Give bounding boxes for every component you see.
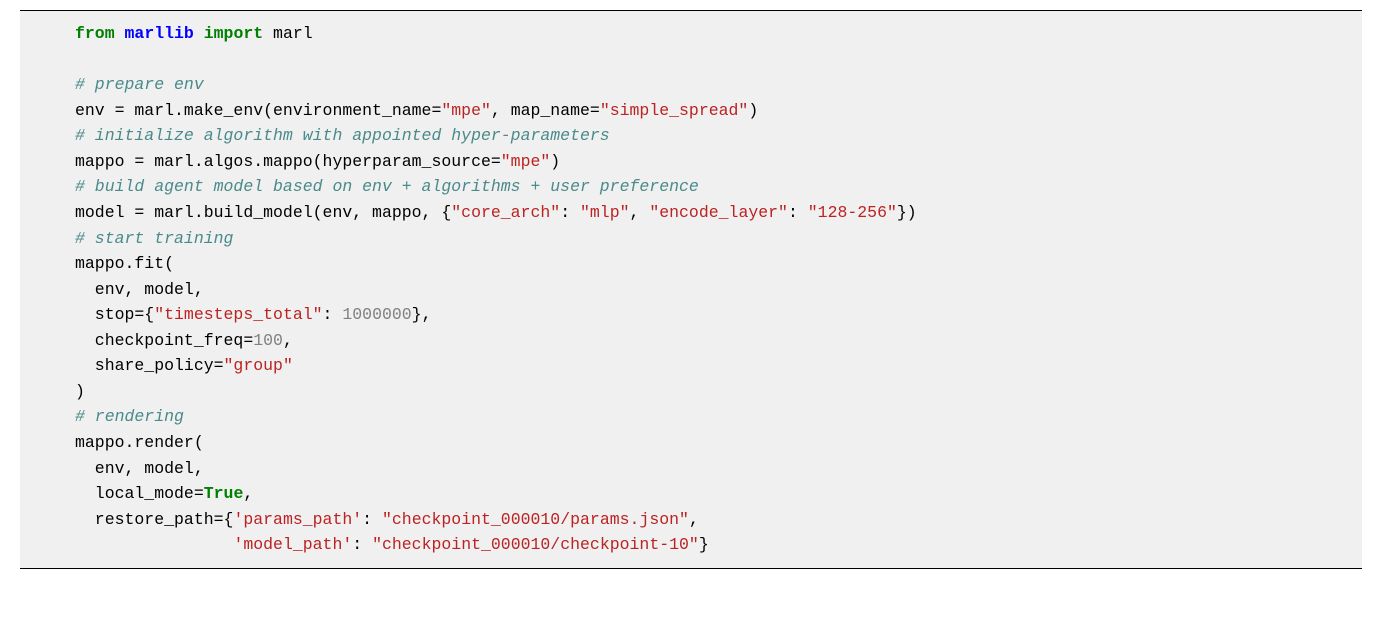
- code-token: :: [788, 203, 808, 222]
- code-token: checkpoint_freq=: [75, 331, 253, 350]
- code-token: from: [75, 24, 115, 43]
- code-token: model = marl.build_model(env, mappo, {: [75, 203, 451, 222]
- code-token: ): [75, 382, 85, 401]
- code-token: "checkpoint_000010/params.json": [382, 510, 689, 529]
- code-token: 1000000: [342, 305, 411, 324]
- code-token: import: [204, 24, 263, 43]
- code-token: "core_arch": [451, 203, 560, 222]
- code-token: ): [748, 101, 758, 120]
- code-token: [194, 24, 204, 43]
- code-token: # build agent model based on env + algor…: [75, 177, 699, 196]
- code-token: ,: [689, 510, 699, 529]
- code-token: :: [560, 203, 580, 222]
- code-token: 'model_path': [233, 535, 352, 554]
- code-token: "mlp": [580, 203, 630, 222]
- code-token: :: [362, 510, 382, 529]
- code-token: # prepare env: [75, 75, 204, 94]
- code-token: mappo.fit(: [75, 254, 174, 273]
- code-token: restore_path={: [75, 510, 233, 529]
- code-token: marllib: [125, 24, 194, 43]
- code-token: mappo.render(: [75, 433, 204, 452]
- code-token: env, model,: [75, 459, 204, 478]
- code-token: ): [550, 152, 560, 171]
- code-token: share_policy=: [75, 356, 224, 375]
- code-token: env = marl.make_env(environment_name=: [75, 101, 441, 120]
- code-token: "encode_layer": [649, 203, 788, 222]
- code-token: mappo = marl.algos.mappo(hyperparam_sour…: [75, 152, 501, 171]
- code-token: "group": [224, 356, 293, 375]
- code-token: True: [204, 484, 244, 503]
- code-token: [115, 24, 125, 43]
- code-token: ,: [243, 484, 253, 503]
- code-token: },: [412, 305, 432, 324]
- code-token: :: [323, 305, 343, 324]
- code-token: }): [897, 203, 917, 222]
- code-token: , map_name=: [491, 101, 600, 120]
- code-token: marl: [263, 24, 313, 43]
- code-token: 'params_path': [233, 510, 362, 529]
- code-token: }: [699, 535, 709, 554]
- code-token: # start training: [75, 229, 233, 248]
- code-token: "mpe": [441, 101, 491, 120]
- code-token: env, model,: [75, 280, 204, 299]
- code-token: "checkpoint_000010/checkpoint-10": [372, 535, 699, 554]
- code-token: "128-256": [808, 203, 897, 222]
- code-token: stop={: [75, 305, 154, 324]
- code-token: 100: [253, 331, 283, 350]
- code-token: [75, 535, 233, 554]
- code-token: # initialize algorithm with appointed hy…: [75, 126, 610, 145]
- code-token: ,: [283, 331, 293, 350]
- code-token: "timesteps_total": [154, 305, 322, 324]
- code-token: "simple_spread": [600, 101, 749, 120]
- code-block: from marllib import marl # prepare env e…: [20, 10, 1362, 569]
- code-token: # rendering: [75, 407, 184, 426]
- code-token: ,: [630, 203, 650, 222]
- code-token: :: [352, 535, 372, 554]
- code-token: "mpe": [501, 152, 551, 171]
- code-token: local_mode=: [75, 484, 204, 503]
